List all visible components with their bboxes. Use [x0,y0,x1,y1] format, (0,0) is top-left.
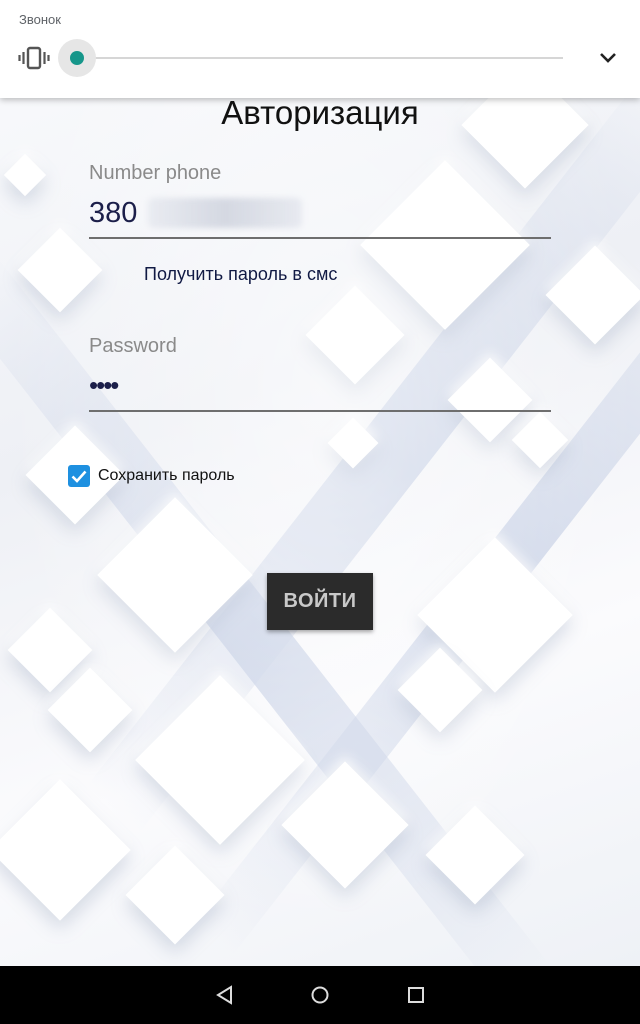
volume-slider-thumb[interactable] [70,51,84,65]
recents-square-icon[interactable] [405,984,427,1006]
volume-slider-track[interactable] [77,57,563,59]
remember-password-label: Сохранить пароль [98,467,235,484]
phone-input-underline [89,237,551,239]
volume-panel-title: Звонок [19,12,61,27]
volume-panel: Звонок [0,0,640,98]
password-label: Password [89,335,177,357]
password-input-underline [89,410,551,412]
phone-redaction [148,198,302,228]
chevron-down-icon[interactable] [598,51,618,65]
vibrate-icon[interactable] [18,46,50,70]
remember-password-checkbox[interactable] [68,465,90,487]
phone-label: Number phone [89,162,222,184]
home-circle-icon[interactable] [309,984,331,1006]
phone-input[interactable]: 380 [89,197,137,230]
login-button[interactable]: ВОЙТИ [267,573,373,630]
page-title: Авторизация [221,94,419,131]
password-input[interactable]: •••• [89,370,119,401]
back-triangle-icon[interactable] [214,984,236,1006]
background-pattern [0,0,640,966]
checkmark-icon [71,470,87,483]
get-sms-password-link[interactable]: Получить пароль в смс [144,264,337,285]
